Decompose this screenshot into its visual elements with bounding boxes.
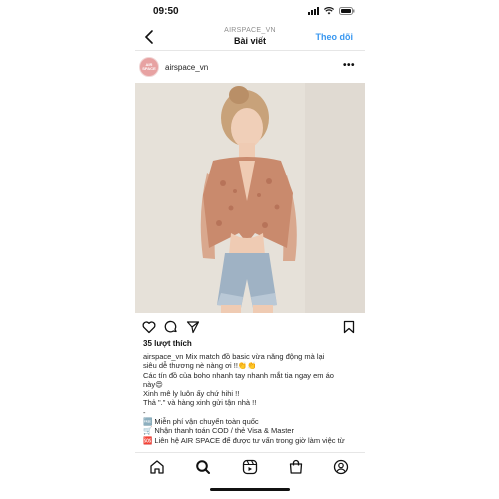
- caption-line: 🛒 Nhận thanh toán COD / thẻ Visa & Maste…: [143, 426, 294, 436]
- battery-icon: [339, 7, 355, 15]
- comment-icon: [164, 320, 177, 333]
- caption-line: siêu dễ thương nè nàng ơi !!👏👏: [143, 361, 257, 371]
- post-photo[interactable]: [135, 83, 365, 313]
- post-username[interactable]: airspace_vn: [165, 63, 208, 72]
- avatar[interactable]: AIR SPACE: [139, 57, 159, 77]
- nav-profile[interactable]: [333, 459, 349, 475]
- caption-text: Mix match đồ basic vừa năng động mà lại: [183, 352, 325, 361]
- share-button[interactable]: [186, 320, 200, 334]
- profile-icon: [333, 459, 349, 475]
- like-button[interactable]: [142, 320, 156, 334]
- search-icon: [196, 460, 210, 474]
- comment-button[interactable]: [164, 320, 178, 334]
- shop-icon: [289, 459, 303, 474]
- reels-icon: [242, 459, 258, 475]
- caption-line: 🆓 Miễn phí vận chuyển toàn quốc: [143, 417, 259, 427]
- caption-line: Thả "." và hàng xinh gửi tận nhà !!: [143, 398, 257, 408]
- more-options-button[interactable]: •••: [343, 60, 355, 71]
- caption-line: 🆘 Liên hệ AIR SPACE để được tư vấn trong…: [143, 435, 345, 445]
- home-indicator: [210, 488, 290, 491]
- caption-line: này😍: [143, 379, 163, 389]
- instagram-post-screen: 09:50 AIRSPACE_VN Bài viết Theo dõi AIR …: [135, 0, 365, 499]
- send-icon: [186, 321, 200, 334]
- nav-reels[interactable]: [242, 459, 258, 475]
- caption-line: Xinh mê ly luôn ấy chứ hihi !!: [143, 389, 240, 399]
- status-time: 09:50: [153, 6, 179, 17]
- bookmark-icon: [343, 320, 355, 334]
- status-icons: [308, 7, 355, 15]
- wifi-icon: [324, 7, 334, 15]
- save-button[interactable]: [342, 320, 356, 334]
- avatar-logo-text: AIR SPACE: [142, 62, 156, 71]
- nav-home[interactable]: [149, 459, 165, 475]
- post-caption: airspace_vn Mix match đồ basic vừa năng …: [143, 352, 361, 445]
- signal-icon: [308, 7, 319, 15]
- post-actions: [135, 318, 365, 338]
- nav-shop[interactable]: [288, 459, 304, 475]
- follow-button[interactable]: Theo dõi: [316, 32, 354, 42]
- caption-line: -: [143, 407, 146, 417]
- status-bar: 09:50: [135, 0, 365, 24]
- caption-line: airspace_vn Mix match đồ basic vừa năng …: [143, 352, 361, 361]
- post-header: AIR SPACE airspace_vn •••: [135, 56, 365, 80]
- bottom-nav: [135, 452, 365, 483]
- home-icon: [150, 460, 164, 474]
- page-header: AIRSPACE_VN Bài viết Theo dõi: [135, 24, 365, 51]
- caption-line: Các tín đồ của boho nhanh tay nhanh mắt …: [143, 370, 334, 380]
- caption-username[interactable]: airspace_vn: [143, 352, 183, 361]
- heart-icon: [142, 321, 156, 334]
- nav-search[interactable]: [195, 459, 211, 475]
- photo-illustration: [135, 83, 365, 313]
- like-count[interactable]: 35 lượt thích: [143, 339, 192, 348]
